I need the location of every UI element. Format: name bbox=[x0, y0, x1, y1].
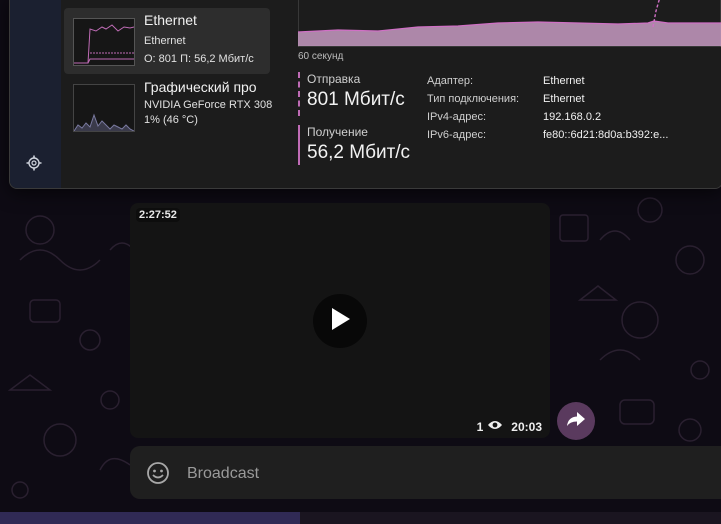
send-value: 801 Мбит/с bbox=[307, 89, 405, 110]
perf-item-subtitle: NVIDIA GeForce RTX 308 bbox=[144, 99, 273, 111]
view-count: 1 bbox=[476, 419, 484, 434]
perf-item-title: Графический про bbox=[144, 79, 257, 95]
property-row: IPv6-адрес: fe80::6d21:8d0a:b392:e... bbox=[427, 129, 717, 147]
bottom-strip bbox=[0, 512, 721, 524]
property-key: IPv6-адрес: bbox=[427, 129, 487, 141]
video-meta: 1 20:03 bbox=[477, 419, 542, 434]
throughput-graph bbox=[297, 0, 721, 47]
perf-item-detail: О: 801 П: 56,2 Мбит/с bbox=[144, 53, 254, 65]
send-stat: Отправка 801 Мбит/с bbox=[298, 72, 427, 116]
video-duration: 2:27:52 bbox=[136, 208, 180, 222]
adapter-properties: Адаптер: Ethernet Тип подключения: Ether… bbox=[427, 75, 717, 147]
send-label: Отправка bbox=[307, 72, 361, 86]
gear-icon[interactable] bbox=[25, 154, 43, 172]
property-value: 192.168.0.2 bbox=[543, 111, 602, 123]
task-manager-window: Ethernet Ethernet О: 801 П: 56,2 Мбит/с … bbox=[9, 0, 721, 189]
perf-item-gpu[interactable]: Графический про NVIDIA GeForce RTX 308 1… bbox=[64, 74, 273, 140]
message-composer bbox=[130, 446, 721, 499]
ethernet-thumbnail-graph bbox=[73, 18, 135, 66]
broadcast-input[interactable] bbox=[185, 462, 689, 486]
emoji-icon[interactable] bbox=[146, 461, 170, 485]
performance-list: Ethernet Ethernet О: 801 П: 56,2 Мбит/с … bbox=[61, 0, 296, 188]
message-time: 20:03 bbox=[511, 419, 542, 434]
bottom-strip-accent bbox=[0, 512, 300, 524]
property-row: IPv4-адрес: 192.168.0.2 bbox=[427, 111, 717, 129]
share-button[interactable] bbox=[557, 402, 595, 440]
perf-item-title: Ethernet bbox=[144, 12, 197, 28]
perf-item-detail: 1% (46 °C) bbox=[144, 114, 198, 126]
play-button[interactable] bbox=[313, 294, 367, 348]
property-key: Тип подключения: bbox=[427, 93, 520, 105]
play-icon bbox=[329, 307, 351, 336]
network-detail-panel: 60 секунд Отправка 801 Мбит/с Получение … bbox=[296, 0, 721, 188]
property-value: Ethernet bbox=[543, 93, 585, 105]
property-key: Адаптер: bbox=[427, 75, 474, 87]
property-key: IPv4-адрес: bbox=[427, 111, 487, 123]
property-row: Адаптер: Ethernet bbox=[427, 75, 717, 93]
perf-item-subtitle: Ethernet bbox=[144, 35, 186, 47]
gpu-thumbnail-graph bbox=[73, 84, 135, 132]
eye-icon bbox=[487, 419, 503, 434]
task-manager-nav bbox=[10, 0, 61, 188]
share-icon bbox=[566, 411, 586, 432]
graph-time-label: 60 секунд bbox=[298, 51, 344, 62]
receive-value: 56,2 Мбит/с bbox=[307, 142, 411, 163]
property-value: fe80::6d21:8d0a:b392:e... bbox=[543, 129, 669, 141]
property-row: Тип подключения: Ethernet bbox=[427, 93, 717, 111]
video-message[interactable]: 2:27:52 1 20:03 bbox=[130, 203, 550, 438]
receive-label: Получение bbox=[307, 125, 368, 139]
property-value: Ethernet bbox=[543, 75, 585, 87]
perf-item-ethernet[interactable]: Ethernet Ethernet О: 801 П: 56,2 Мбит/с bbox=[64, 8, 270, 74]
receive-stat: Получение 56,2 Мбит/с bbox=[298, 125, 427, 165]
